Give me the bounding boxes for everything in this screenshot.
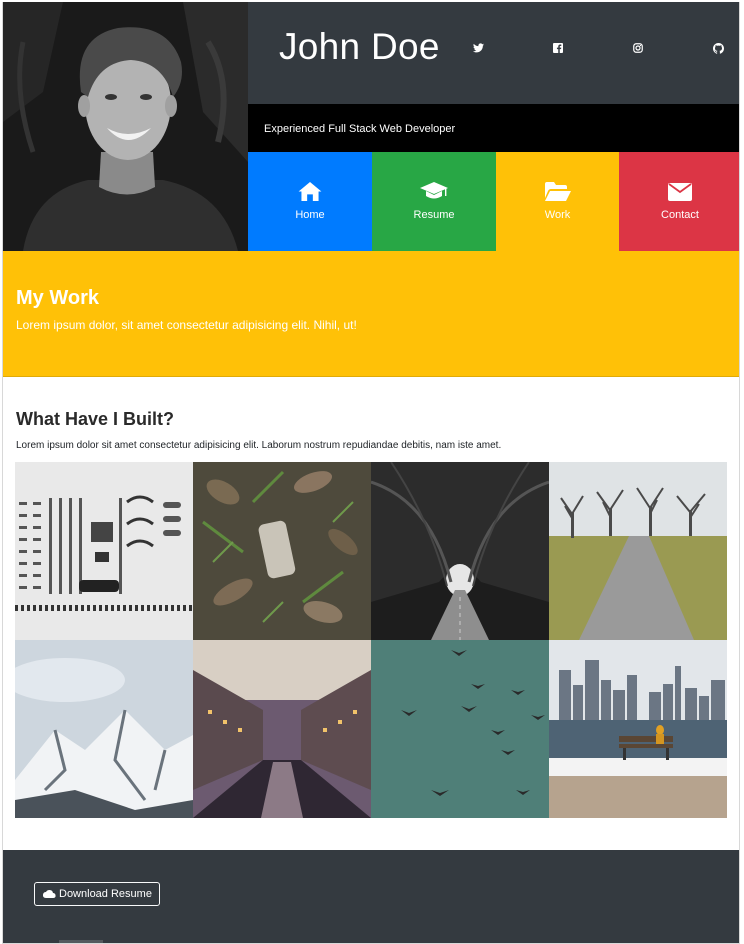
work-description: Lorem ipsum dolor sit amet consectetur a…: [16, 440, 502, 451]
folder-open-icon: [544, 182, 571, 206]
graduation-cap-icon: [420, 182, 448, 206]
profile-photo: [3, 2, 248, 251]
section-title: My Work: [16, 287, 99, 309]
page: John Doe Experienced Full Stack Web Deve…: [2, 2, 740, 944]
download-resume-button[interactable]: Download Resume: [34, 882, 160, 906]
github-icon[interactable]: [708, 38, 728, 58]
section-banner: My Work Lorem ipsum dolor, sit amet cons…: [3, 251, 739, 377]
header: John Doe Experienced Full Stack Web Deve…: [3, 2, 739, 251]
footer: Download Resume: [3, 850, 739, 943]
gallery-image-city-skyline[interactable]: [549, 640, 727, 818]
gallery-image-park-path[interactable]: [549, 462, 727, 640]
gallery-image-tree-tunnel[interactable]: [371, 462, 549, 640]
tagline: Experienced Full Stack Web Developer: [264, 123, 456, 135]
gallery-image-typewriter-parts[interactable]: [15, 462, 193, 640]
instagram-icon[interactable]: [628, 38, 648, 58]
gallery-image-leaves[interactable]: [193, 462, 371, 640]
social-links: [468, 38, 728, 58]
nav-contact-label: Contact: [661, 208, 699, 221]
main-nav: Home Resume Work Contact: [248, 152, 739, 251]
cloud-icon: [42, 889, 56, 899]
nav-work-label: Work: [544, 209, 571, 221]
nav-contact[interactable]: Contact: [619, 152, 739, 251]
section-subtitle: Lorem ipsum dolor, sit amet consectetur …: [16, 318, 357, 332]
nav-home-label: Home: [295, 209, 325, 221]
work-heading: What Have I Built?: [16, 409, 175, 429]
twitter-icon[interactable]: [468, 38, 488, 58]
gallery-image-birds[interactable]: [371, 640, 549, 818]
gallery-image-canal-city[interactable]: [193, 640, 371, 818]
home-icon: [298, 182, 322, 206]
tagline-bar: Experienced Full Stack Web Developer: [248, 104, 739, 152]
title-bar: John Doe: [248, 2, 739, 104]
nav-resume-label: Resume: [413, 209, 455, 221]
gallery-image-snowy-mountains[interactable]: [15, 640, 193, 818]
work-gallery: [15, 462, 727, 818]
nav-resume[interactable]: Resume: [372, 152, 496, 251]
facebook-icon[interactable]: [548, 38, 568, 58]
envelope-icon: [668, 182, 692, 206]
page-title: John Doe: [279, 26, 440, 67]
download-resume-label: Download Resume: [59, 888, 152, 900]
nav-home[interactable]: Home: [248, 152, 372, 251]
footer-scroll-indicator: [59, 940, 103, 943]
nav-work[interactable]: Work: [496, 152, 619, 251]
